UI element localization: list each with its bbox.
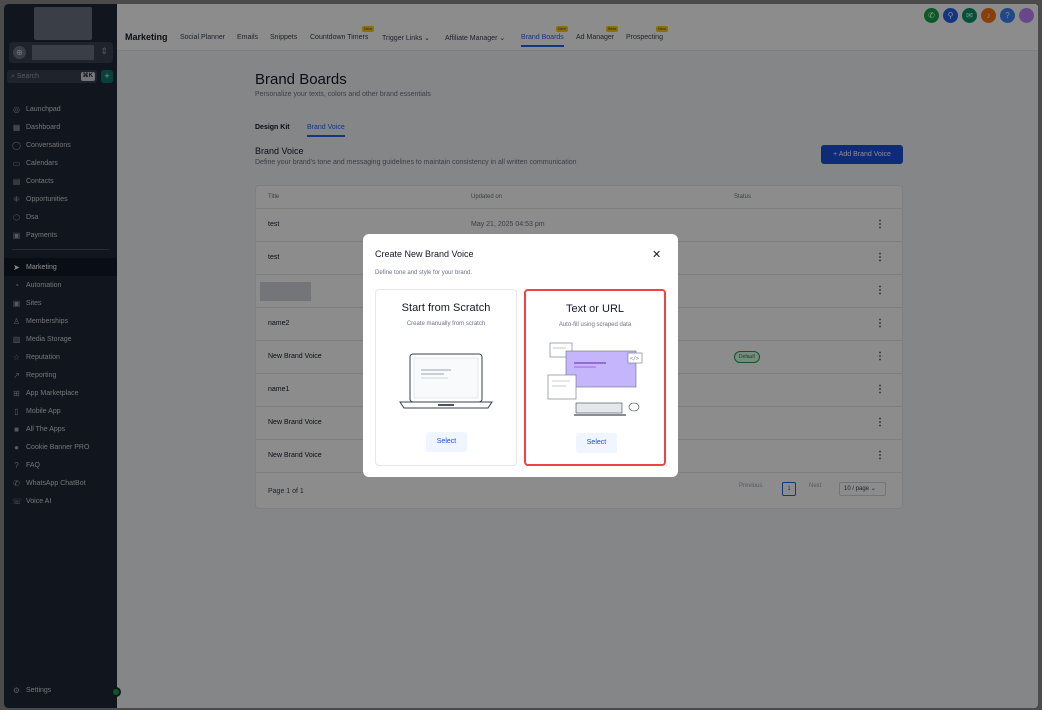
select-scratch-button[interactable]: Select (426, 432, 467, 452)
app-window: ⊕ ⇕ ⌕ Search ⌘K + ◎ Launchpad ▦ Dashboard … (4, 4, 1038, 708)
option-subtitle: Auto-fill using scraped data (558, 322, 632, 328)
option-title: Text or URL (565, 303, 625, 315)
close-icon[interactable]: ✕ (652, 248, 661, 261)
svg-text:</>: </> (630, 356, 639, 362)
option-card-scratch[interactable]: Start from Scratch Create manually from … (375, 289, 517, 466)
option-subtitle: Create manually from scratch (406, 321, 486, 327)
option-card-text-url[interactable]: Text or URL Auto-fill using scraped data… (524, 289, 666, 466)
modal-title: Create New Brand Voice (375, 249, 474, 259)
modal-subtitle: Define tone and style for your brand. (375, 270, 473, 276)
browser-illustration: </> (547, 342, 643, 416)
create-brand-voice-modal: Create New Brand Voice ✕ Define tone and… (363, 234, 678, 477)
select-text-url-button[interactable]: Select (576, 433, 617, 453)
laptop-illustration (399, 353, 493, 409)
option-title: Start from Scratch (401, 302, 491, 314)
